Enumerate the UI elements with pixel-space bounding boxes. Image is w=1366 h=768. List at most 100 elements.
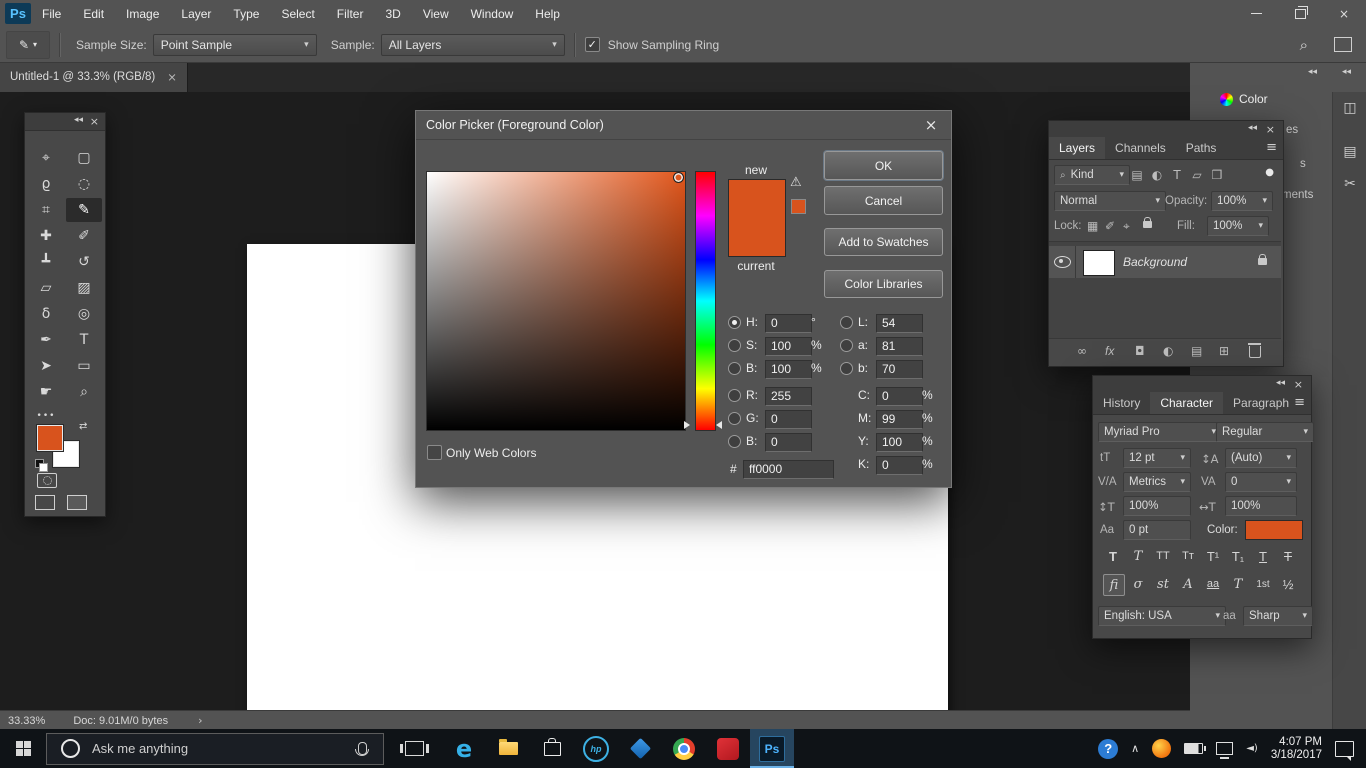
add-layer-mask-icon[interactable]: ◘ xyxy=(1135,344,1145,358)
tab-close-icon[interactable]: × xyxy=(167,70,177,84)
crop-tool[interactable]: ⌗ xyxy=(28,198,64,222)
r-input[interactable]: 255 xyxy=(765,387,812,406)
b3-input[interactable]: 70 xyxy=(876,360,923,379)
color-panel-tab[interactable]: Color xyxy=(1220,92,1268,106)
menu-3d[interactable]: 3D xyxy=(374,7,411,21)
layers-panel-header[interactable]: ◂◂ × xyxy=(1049,121,1283,137)
tab-paragraph[interactable]: Paragraph xyxy=(1223,392,1299,414)
lab-l-radio[interactable] xyxy=(840,316,853,329)
discretionary-ligatures-button[interactable]: st xyxy=(1153,574,1173,594)
lab-a-radio[interactable] xyxy=(840,339,853,352)
collapsed-panel-icon[interactable]: ✂ xyxy=(1341,176,1359,194)
s-input[interactable]: 100 xyxy=(765,337,812,356)
all-caps-button[interactable]: TT xyxy=(1153,546,1173,566)
screen-mode-button[interactable] xyxy=(35,495,55,510)
hue-slider-marker[interactable] xyxy=(716,421,722,429)
battery-icon[interactable] xyxy=(1184,743,1207,754)
brush-tool[interactable]: ✐ xyxy=(66,224,102,248)
taskbar-red-app[interactable] xyxy=(706,729,750,768)
current-color-swatch[interactable] xyxy=(729,218,785,256)
vertical-scale-input[interactable]: 100% xyxy=(1123,496,1191,516)
history-brush-tool[interactable]: ↺ xyxy=(66,250,102,274)
b2-input[interactable]: 0 xyxy=(765,433,812,452)
rectangle-tool[interactable]: ▭ xyxy=(66,354,102,378)
status-options-chevron-icon[interactable]: › xyxy=(198,714,202,727)
path-selection-tool[interactable]: ➤ xyxy=(28,354,64,378)
color-libraries-button[interactable]: Color Libraries xyxy=(824,270,943,298)
cortana-search-box[interactable]: Ask me anything xyxy=(46,732,384,765)
layer-visibility-toggle[interactable] xyxy=(1049,246,1076,278)
ligatures-button[interactable]: fi xyxy=(1103,574,1125,596)
green-radio[interactable] xyxy=(728,412,741,425)
quick-mask-mode-button[interactable] xyxy=(37,473,57,488)
filter-smart-objects-icon[interactable]: ❒ xyxy=(1209,168,1225,182)
window-minimize-button[interactable] xyxy=(1234,0,1278,27)
gradient-tool[interactable]: ▨ xyxy=(66,276,102,300)
language-dropdown[interactable]: English: USA ▾ xyxy=(1098,606,1226,626)
current-tool-button[interactable]: ✎ ▾ xyxy=(6,30,50,59)
opacity-dropdown[interactable]: 100% ▾ xyxy=(1211,191,1273,211)
saturation-brightness-field[interactable] xyxy=(426,171,686,431)
red-radio[interactable] xyxy=(728,389,741,402)
menu-image[interactable]: Image xyxy=(115,7,170,21)
foreground-color-swatch[interactable] xyxy=(37,425,63,451)
sample-dropdown[interactable]: All Layers ▾ xyxy=(380,33,565,56)
pen-tool[interactable]: ✒ xyxy=(28,328,64,352)
clone-stamp-tool[interactable]: ┻ xyxy=(28,250,64,274)
network-icon[interactable] xyxy=(1216,742,1234,759)
taskbar-hp[interactable]: hp xyxy=(574,729,618,768)
panel-collapse-icon[interactable]: ◂◂ xyxy=(1276,378,1285,388)
hue-slider-marker[interactable] xyxy=(684,421,690,429)
blue-radio[interactable] xyxy=(728,435,741,448)
window-close-button[interactable]: × xyxy=(1322,0,1366,27)
dock-collapse-icon[interactable]: ◂◂ xyxy=(1308,67,1317,77)
collapsed-panel-icon[interactable]: ◫ xyxy=(1341,100,1359,118)
menu-file[interactable]: File xyxy=(31,7,72,21)
lock-all-icon[interactable] xyxy=(1143,217,1152,228)
only-web-colors-checkbox[interactable] xyxy=(427,445,442,460)
y-input[interactable]: 100 xyxy=(876,433,923,452)
lasso-tool[interactable]: ϱ xyxy=(28,172,64,196)
swap-colors-icon[interactable]: ⇄ xyxy=(79,421,87,432)
taskbar-chrome[interactable] xyxy=(662,729,706,768)
blur-tool[interactable]: δ xyxy=(28,302,64,326)
taskbar-photoshop[interactable]: Ps xyxy=(750,729,794,768)
blend-mode-dropdown[interactable]: Normal ▾ xyxy=(1054,191,1166,211)
delete-layer-icon[interactable] xyxy=(1247,343,1261,358)
filter-shape-layers-icon[interactable]: ▱ xyxy=(1189,168,1205,182)
contextual-alternates-button[interactable]: σ xyxy=(1128,574,1148,594)
rectangular-marquee-tool[interactable]: ▢ xyxy=(66,146,102,170)
anti-alias-dropdown[interactable]: Sharp ▾ xyxy=(1243,606,1313,626)
microphone-icon[interactable] xyxy=(355,742,369,756)
lock-position-icon[interactable]: ⌖ xyxy=(1123,219,1130,234)
gamut-color-swatch[interactable] xyxy=(791,199,806,214)
k-input[interactable]: 0 xyxy=(876,456,923,475)
default-colors-icon[interactable] xyxy=(39,463,48,472)
lab-b-radio[interactable] xyxy=(840,362,853,375)
l-input[interactable]: 54 xyxy=(876,314,923,333)
brightness-radio[interactable] xyxy=(728,362,741,375)
layer-name[interactable]: Background xyxy=(1123,255,1187,269)
strikethrough-button[interactable]: T xyxy=(1278,546,1298,566)
help-icon[interactable]: ? xyxy=(1098,738,1119,759)
panel-close-icon[interactable]: × xyxy=(1266,123,1275,136)
faux-bold-button[interactable]: T xyxy=(1103,546,1123,566)
menu-layer[interactable]: Layer xyxy=(170,7,222,21)
small-caps-button[interactable]: Tᴛ xyxy=(1178,546,1198,566)
ok-button[interactable]: OK xyxy=(824,151,943,180)
panel-menu-icon[interactable]: ≡ xyxy=(1294,395,1305,410)
filter-pixel-layers-icon[interactable]: ▤ xyxy=(1129,168,1145,182)
font-size-dropdown[interactable]: 12 pt ▾ xyxy=(1123,448,1191,468)
color-field-marker[interactable] xyxy=(673,172,684,183)
layer-filter-kind-dropdown[interactable]: ⌕ Kind ▾ xyxy=(1054,165,1130,185)
layer-row-background[interactable]: Background xyxy=(1049,246,1281,278)
show-sampling-ring-checkbox[interactable]: ✓ xyxy=(584,37,600,52)
tab-channels[interactable]: Channels xyxy=(1105,137,1176,159)
dialog-close-button[interactable]: × xyxy=(920,111,942,139)
hue-radio[interactable] xyxy=(728,316,741,329)
eraser-tool[interactable]: ▱ xyxy=(28,276,64,300)
layer-style-fx-icon[interactable]: fx xyxy=(1105,344,1114,358)
dodge-tool[interactable]: ◎ xyxy=(66,302,102,326)
g-input[interactable]: 0 xyxy=(765,410,812,429)
character-panel-header[interactable]: ◂◂ × xyxy=(1093,376,1311,392)
